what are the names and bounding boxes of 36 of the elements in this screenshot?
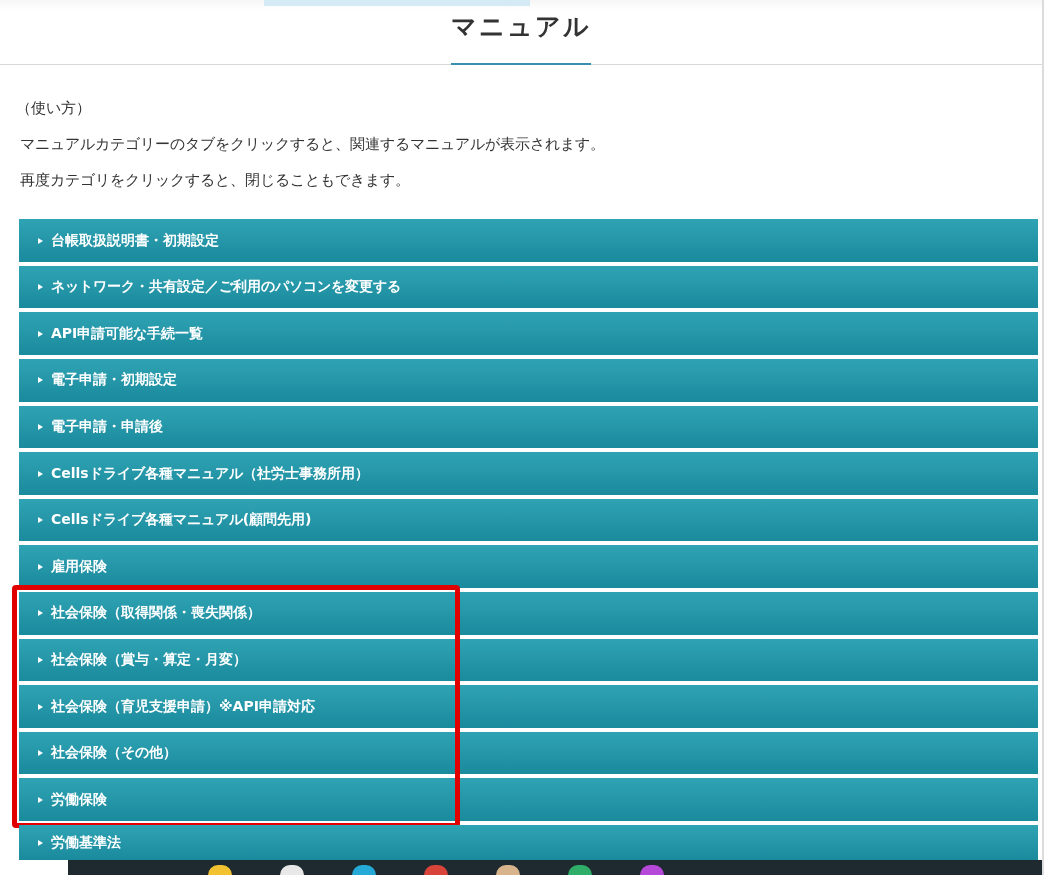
category-tab[interactable]: 台帳取扱説明書・初期設定 xyxy=(19,219,1038,262)
caret-icon xyxy=(38,750,43,757)
caret-icon xyxy=(38,470,43,477)
caret-icon xyxy=(38,284,43,291)
taskbar-app-icon[interactable] xyxy=(280,865,304,875)
taskbar-app-icon[interactable] xyxy=(568,865,592,875)
taskbar-app-icon[interactable] xyxy=(496,865,520,875)
caret-icon xyxy=(38,703,43,710)
category-tab[interactable]: Cellsドライブ各種マニュアル（社労士事務所用） xyxy=(19,452,1038,495)
caret-icon xyxy=(38,796,43,803)
instruction-text: マニュアルカテゴリーのタブをクリックすると、関連するマニュアルが表示されます。 xyxy=(20,135,606,154)
caret-icon xyxy=(38,330,43,337)
category-tab[interactable]: 社会保険（育児支援申請）※API申請対応 xyxy=(19,685,1038,728)
caret-icon xyxy=(38,656,43,663)
caret-icon xyxy=(38,839,43,846)
taskbar-app-icon[interactable] xyxy=(352,865,376,875)
instruction-text: 再度カテゴリをクリックすると、閉じることもできます。 xyxy=(20,171,411,190)
category-tab[interactable]: 社会保険（賞与・算定・月変） xyxy=(19,638,1038,682)
caret-icon xyxy=(38,423,43,430)
caret-icon xyxy=(38,517,43,524)
category-tab[interactable]: ネットワーク・共有設定／ご利用のパソコンを変更する xyxy=(19,265,1038,309)
category-tab[interactable]: 雇用保険 xyxy=(19,545,1038,589)
category-tab[interactable]: 社会保険（その他） xyxy=(19,731,1038,775)
category-tab[interactable]: 電子申請・申請後 xyxy=(19,405,1038,449)
category-tab[interactable]: 労働基準法 xyxy=(19,825,1038,860)
caret-icon xyxy=(38,563,43,570)
instruction-text: （使い方） xyxy=(16,99,92,118)
category-tab[interactable]: Cellsドライブ各種マニュアル(顧問先用) xyxy=(19,498,1038,542)
category-tab[interactable]: 社会保険（取得関係・喪失関係） xyxy=(19,592,1038,635)
caret-icon xyxy=(38,610,43,617)
caret-icon xyxy=(38,377,43,384)
category-tab[interactable]: 労働保険 xyxy=(19,778,1038,821)
category-tab[interactable]: 電子申請・初期設定 xyxy=(19,359,1038,402)
caret-icon xyxy=(38,237,43,244)
taskbar-app-icon[interactable] xyxy=(208,865,232,875)
category-tab[interactable]: API申請可能な手続一覧 xyxy=(19,312,1038,356)
